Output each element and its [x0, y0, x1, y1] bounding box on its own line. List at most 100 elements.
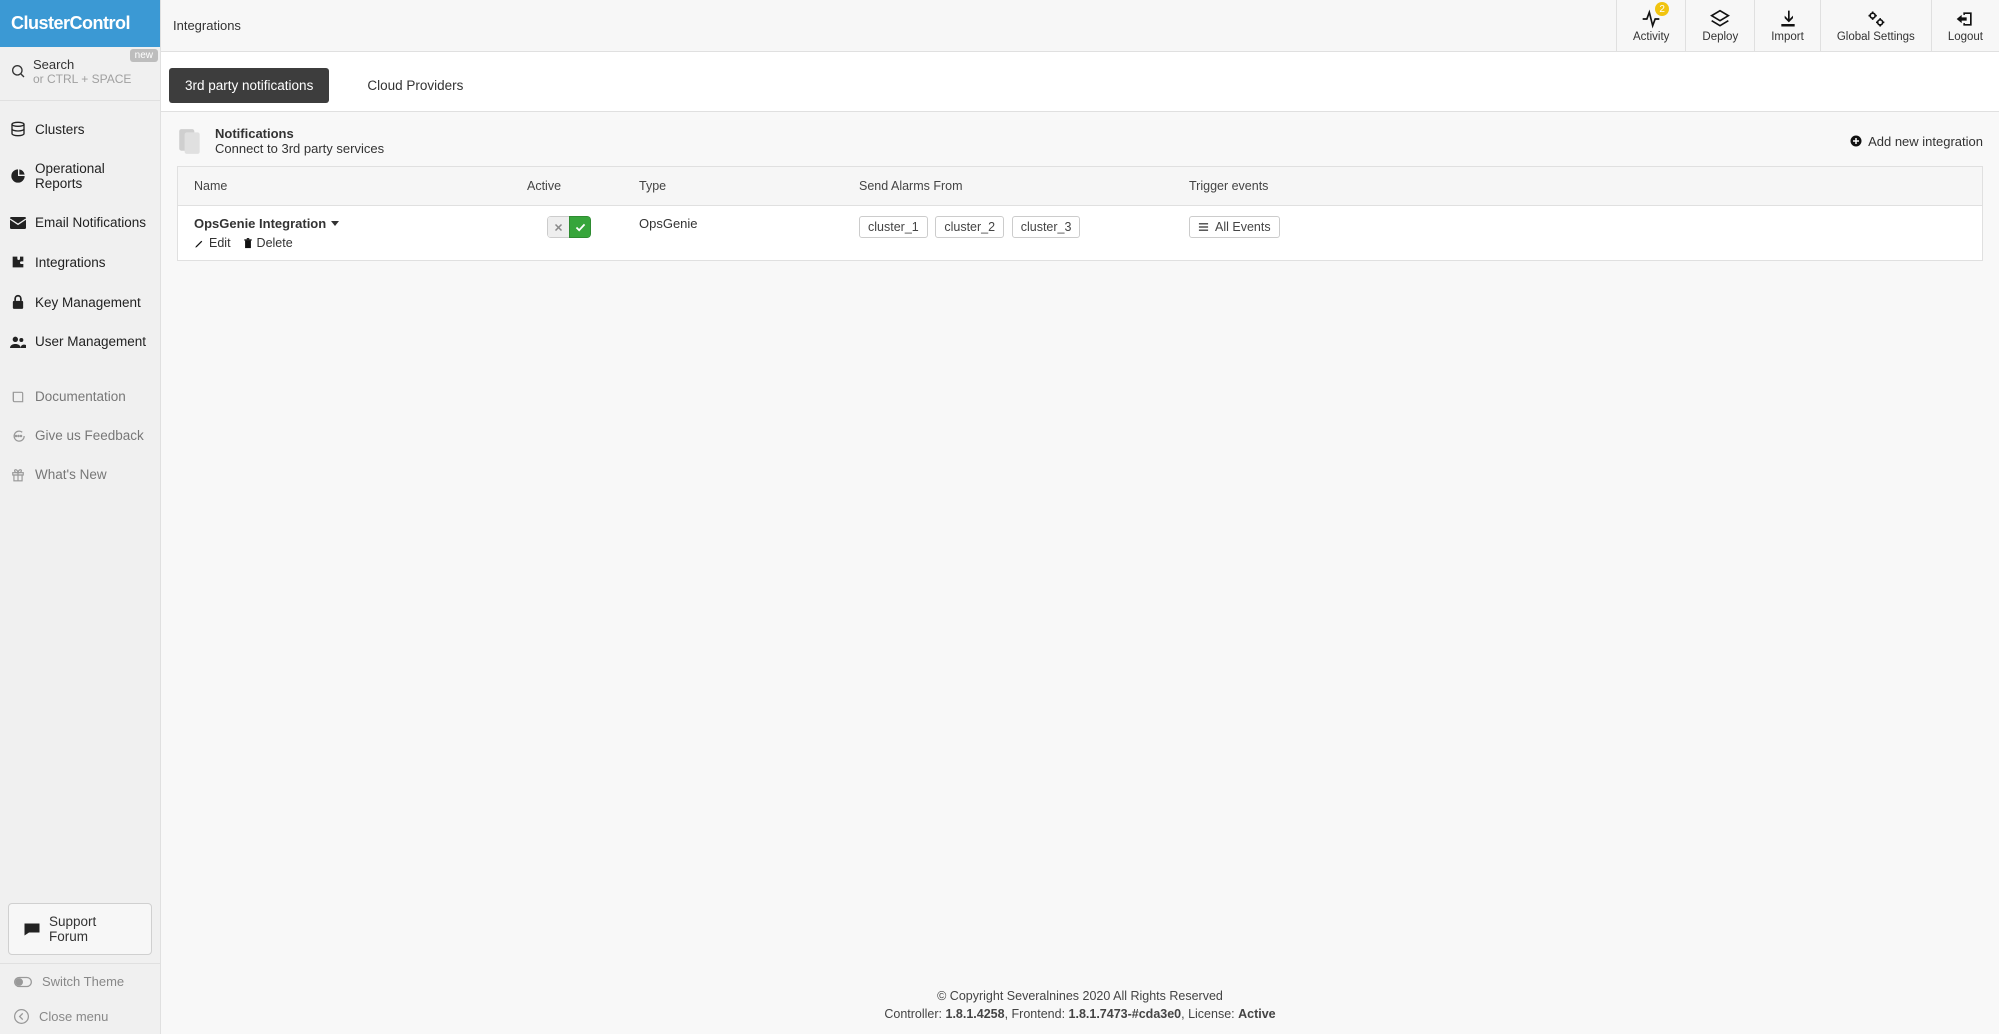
controller-version: 1.8.1.4258	[946, 1007, 1005, 1021]
sidebar-item-whatsnew[interactable]: What's New	[0, 455, 160, 494]
sidebar-item-label: Integrations	[35, 255, 106, 270]
plus-circle-icon	[1850, 135, 1862, 147]
import-label: Import	[1771, 31, 1804, 43]
sidebar-item-label: Operational Reports	[35, 161, 150, 191]
sidebar-item-keys[interactable]: Key Management	[0, 282, 160, 322]
support-forum-label: Support Forum	[49, 914, 137, 944]
trash-icon	[243, 238, 253, 249]
edit-button[interactable]: Edit	[194, 236, 231, 250]
copyright: © Copyright Severalnines 2020 All Rights…	[169, 987, 1991, 1006]
sidebar-item-email[interactable]: Email Notifications	[0, 203, 160, 242]
page-subtitle: Connect to 3rd party services	[215, 141, 384, 156]
sidebar: ClusterControl new Search or CTRL + SPAC…	[0, 0, 161, 1034]
page-title: Notifications	[215, 126, 384, 141]
chat-icon	[23, 922, 41, 937]
database-icon	[10, 121, 26, 137]
global-settings-button[interactable]: Global Settings	[1820, 0, 1931, 51]
active-toggle[interactable]	[547, 216, 591, 238]
search-hint: or CTRL + SPACE	[33, 72, 131, 86]
frontend-label: , Frontend:	[1005, 1007, 1069, 1021]
notifications-icon	[177, 127, 207, 155]
activity-button[interactable]: 2 Activity	[1616, 0, 1685, 51]
list-icon	[1198, 222, 1209, 232]
gift-icon	[10, 468, 26, 482]
lock-icon	[10, 294, 26, 310]
trigger-events-label: All Events	[1215, 220, 1271, 234]
cluster-chip: cluster_1	[859, 216, 928, 238]
col-active: Active	[527, 179, 639, 193]
sidebar-item-clusters[interactable]: Clusters	[0, 109, 160, 149]
layers-icon	[1710, 9, 1730, 29]
integration-name-dropdown[interactable]: OpsGenie Integration	[194, 216, 339, 231]
caret-down-icon	[331, 221, 339, 226]
pie-chart-icon	[10, 168, 26, 184]
table-row: OpsGenie Integration Edit Delete	[178, 206, 1982, 260]
nav-list-secondary: Documentation Give us Feedback What's Ne…	[0, 369, 160, 502]
edit-label: Edit	[209, 236, 231, 250]
topbar: Integrations 2 Activity Deploy Import Gl…	[161, 0, 1999, 52]
cluster-chip: cluster_3	[1012, 216, 1081, 238]
import-button[interactable]: Import	[1754, 0, 1820, 51]
pencil-icon	[194, 238, 205, 249]
col-name: Name	[194, 179, 527, 193]
sidebar-item-integrations[interactable]: Integrations	[0, 242, 160, 282]
license-label: , License:	[1181, 1007, 1238, 1021]
deploy-button[interactable]: Deploy	[1685, 0, 1754, 51]
switch-theme-label: Switch Theme	[42, 974, 124, 989]
delete-label: Delete	[257, 236, 293, 250]
import-icon	[1778, 9, 1798, 29]
search-icon	[10, 57, 26, 79]
main: Integrations 2 Activity Deploy Import Gl…	[161, 0, 1999, 1034]
frontend-version: 1.8.1.7473-#cda3e0	[1069, 1007, 1182, 1021]
toggle-off-button[interactable]	[547, 216, 569, 238]
close-menu-button[interactable]: Close menu	[0, 999, 160, 1034]
new-badge: new	[130, 49, 158, 62]
toggle-on-button[interactable]	[569, 216, 591, 238]
sidebar-item-label: Clusters	[35, 122, 85, 137]
feedback-icon	[10, 429, 26, 443]
brand-logo: ClusterControl	[0, 0, 160, 47]
sidebar-item-label: Give us Feedback	[35, 428, 144, 443]
col-type: Type	[639, 179, 859, 193]
nav-list: Clusters Operational Reports Email Notif…	[0, 101, 160, 369]
sidebar-item-docs[interactable]: Documentation	[0, 377, 160, 416]
delete-button[interactable]: Delete	[243, 236, 293, 250]
logout-button[interactable]: Logout	[1931, 0, 1999, 51]
support-forum-button[interactable]: Support Forum	[8, 903, 152, 955]
sidebar-item-label: What's New	[35, 467, 107, 482]
logout-label: Logout	[1948, 31, 1983, 43]
col-trigger: Trigger events	[1189, 179, 1966, 193]
check-icon	[575, 223, 586, 232]
add-integration-button[interactable]: Add new integration	[1850, 134, 1983, 149]
license-status: Active	[1238, 1007, 1276, 1021]
sidebar-item-reports[interactable]: Operational Reports	[0, 149, 160, 203]
tab-cloud-providers[interactable]: Cloud Providers	[351, 68, 479, 103]
puzzle-icon	[10, 254, 26, 270]
book-icon	[10, 390, 26, 404]
trigger-events-button[interactable]: All Events	[1189, 216, 1280, 238]
sidebar-item-users[interactable]: User Management	[0, 322, 160, 361]
tabs: 3rd party notifications Cloud Providers	[161, 52, 1999, 112]
global-settings-label: Global Settings	[1837, 31, 1915, 43]
sidebar-item-feedback[interactable]: Give us Feedback	[0, 416, 160, 455]
search-section[interactable]: new Search or CTRL + SPACE	[0, 47, 160, 101]
x-icon	[554, 223, 563, 232]
arrow-left-icon	[14, 1009, 29, 1024]
gears-icon	[1865, 9, 1887, 29]
content: Notifications Connect to 3rd party servi…	[161, 112, 1999, 1034]
activity-label: Activity	[1633, 31, 1669, 43]
controller-label: Controller:	[884, 1007, 945, 1021]
tab-3rd-party[interactable]: 3rd party notifications	[169, 68, 329, 103]
page-header: Notifications Connect to 3rd party servi…	[169, 112, 1991, 166]
logout-icon	[1954, 9, 1976, 29]
table-header: Name Active Type Send Alarms From Trigge…	[178, 167, 1982, 206]
add-integration-label: Add new integration	[1868, 134, 1983, 149]
integration-type: OpsGenie	[639, 216, 859, 231]
switch-theme-button[interactable]: Switch Theme	[0, 964, 160, 999]
sidebar-item-label: User Management	[35, 334, 146, 349]
sidebar-item-label: Documentation	[35, 389, 126, 404]
sidebar-item-label: Key Management	[35, 295, 141, 310]
col-from: Send Alarms From	[859, 179, 1189, 193]
footer-info: © Copyright Severalnines 2020 All Rights…	[169, 987, 1991, 1034]
users-icon	[10, 335, 26, 349]
